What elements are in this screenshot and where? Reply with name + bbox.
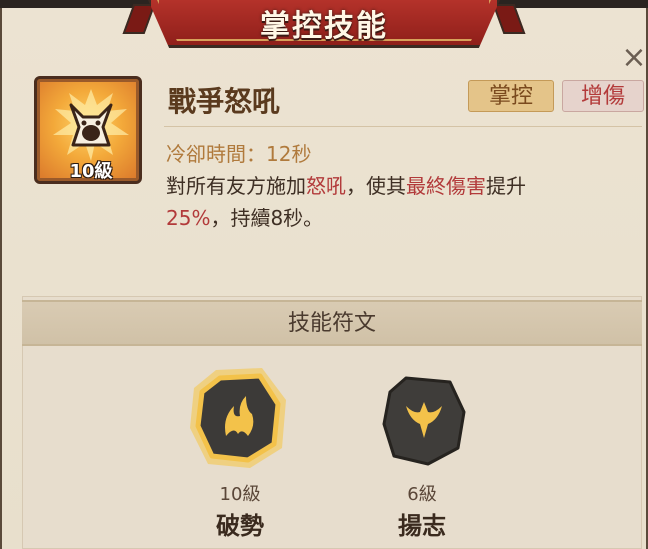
desc-part: ，持續8秒。 [210, 206, 324, 230]
close-icon[interactable]: × [621, 40, 646, 75]
close-button[interactable]: × [620, 43, 648, 73]
desc-part: ，使其 [346, 174, 406, 198]
desc-buff-name: 怒吼 [306, 174, 346, 198]
war-cry-fox-icon [53, 89, 129, 161]
desc-value: 25% [166, 206, 211, 230]
tag-damage-boost: 增傷 [562, 80, 644, 112]
tag-control: 掌控 [468, 80, 554, 112]
dialog-title: 掌控技能 [260, 8, 388, 44]
cooldown-text: 冷卻時間：12秒 [166, 142, 312, 166]
rune-level: 6級 [407, 484, 437, 505]
runes-section-title: 技能符文 [22, 300, 642, 346]
divider [164, 126, 642, 127]
desc-part: 提升 [486, 174, 526, 198]
rune-name: 揚志 [398, 512, 446, 540]
flag-crest-rune-icon[interactable] [380, 372, 468, 468]
rune-name: 破勢 [216, 512, 264, 540]
skill-description: 對所有友方施加怒吼，使其最終傷害提升 25%，持續8秒。 [166, 170, 616, 234]
flame-claw-rune-icon[interactable] [186, 364, 292, 472]
desc-effect: 最終傷害 [406, 174, 486, 198]
skill-level: 10級 [69, 161, 113, 182]
skill-name: 戰爭怒吼 [168, 85, 281, 118]
title-banner: 掌控技能 [148, 0, 500, 48]
skill-icon-frame: 10級 [34, 76, 142, 184]
rune-level: 10級 [219, 484, 261, 505]
desc-part: 對所有友方施加 [166, 174, 306, 198]
